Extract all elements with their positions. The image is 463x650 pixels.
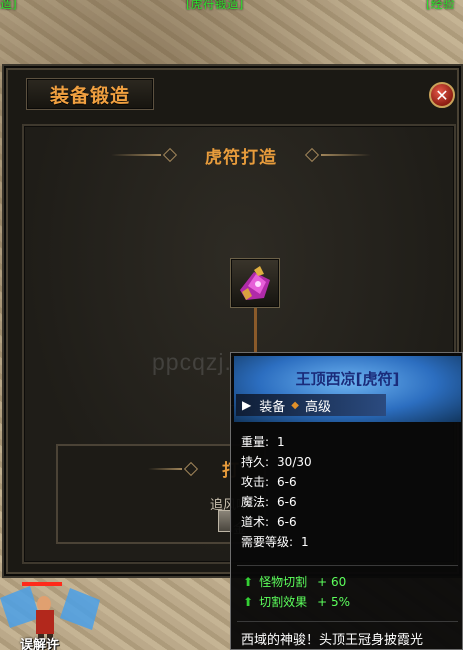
stat-weight: 重量: 1	[241, 433, 285, 450]
stat-value: 6-6	[277, 515, 297, 529]
bonus-value: 60	[330, 575, 347, 589]
bonus-cut-effect: ⬆ 切割效果 + 5%	[243, 593, 350, 610]
close-icon: ✕	[435, 85, 449, 105]
diamond-separator-icon: ◆	[291, 399, 299, 411]
up-arrow-icon: ⬆	[243, 595, 254, 609]
requirements-title-row: 打	[148, 456, 239, 481]
bonus-label: 切割效果	[259, 595, 308, 609]
stat-label: 需要等级:	[241, 535, 294, 549]
up-arrow-icon: ⬆	[243, 575, 254, 589]
stat-value: 1	[301, 535, 309, 549]
player-name: 误解许	[20, 638, 60, 650]
item-grade: 高级	[304, 399, 331, 415]
stat-label: 道术:	[241, 515, 270, 529]
plus-sign: +	[317, 575, 331, 589]
stat-taoism: 道术: 6-6	[241, 513, 297, 530]
player-character[interactable]: 误解许	[0, 578, 110, 650]
pink-armor-item-icon	[240, 266, 270, 300]
stat-magic: 魔法: 6-6	[241, 493, 297, 510]
stat-label: 持久:	[241, 455, 270, 469]
ornament-line-left	[111, 154, 161, 156]
bonus-monster-cut: ⬆ 怪物切割 + 60	[243, 573, 346, 590]
stat-required-level: 需要等级: 1	[241, 533, 309, 550]
stat-durability: 持久: 30/30	[241, 453, 312, 470]
item-type: 装备	[259, 399, 286, 415]
item-tooltip: 王顶西凉[虎符] ▶ 装备 ◆ 高级 重量: 1 持久: 30/30 攻击: 6-6 …	[230, 352, 463, 650]
window-title: 装备锻造	[49, 84, 130, 107]
ornament-diamond-icon	[162, 147, 178, 163]
item-name: 王顶西凉[虎符]	[295, 370, 400, 388]
stat-label: 魔法:	[241, 495, 270, 509]
player-hp-bar	[22, 582, 62, 586]
bonus-label: 怪物切割	[259, 575, 308, 589]
play-arrow-icon: ▶	[242, 398, 252, 412]
item-description: 西域的神骏！头顶王冠身披霞光	[241, 633, 424, 648]
stat-value: 1	[277, 435, 285, 449]
player-hp-fill	[22, 582, 62, 586]
item-type-row: ▶ 装备 ◆ 高级	[236, 394, 386, 416]
tooltip-header: 王顶西凉[虎符] ▶ 装备 ◆ 高级	[234, 356, 461, 422]
stat-value: 30/30	[277, 455, 312, 469]
ornament-diamond-icon	[183, 461, 199, 476]
bonus-value: 5%	[330, 595, 350, 609]
material-item-slot[interactable]	[230, 258, 280, 308]
window-title-tab: 装备锻造	[26, 78, 154, 110]
stat-label: 攻击:	[241, 475, 270, 489]
ornament-line-right	[321, 154, 371, 156]
craft-title: 虎符打造	[205, 147, 277, 168]
close-button[interactable]: ✕	[429, 82, 455, 108]
craft-title-row: 虎符打造	[24, 144, 458, 168]
tooltip-divider	[237, 565, 458, 566]
stat-label: 重量:	[241, 435, 270, 449]
npc-label-left: 造]	[0, 0, 17, 11]
npc-label-experience[interactable]: [经验	[426, 0, 455, 12]
ornament-diamond-icon	[304, 147, 320, 163]
plus-sign: +	[317, 595, 331, 609]
npc-label-tiger-forge[interactable]: [虎符锻造]	[186, 0, 243, 12]
stat-value: 6-6	[277, 475, 297, 489]
stat-value: 6-6	[277, 495, 297, 509]
ornament-line-left	[148, 467, 182, 470]
tooltip-divider	[237, 621, 458, 622]
stat-attack: 攻击: 6-6	[241, 473, 297, 490]
